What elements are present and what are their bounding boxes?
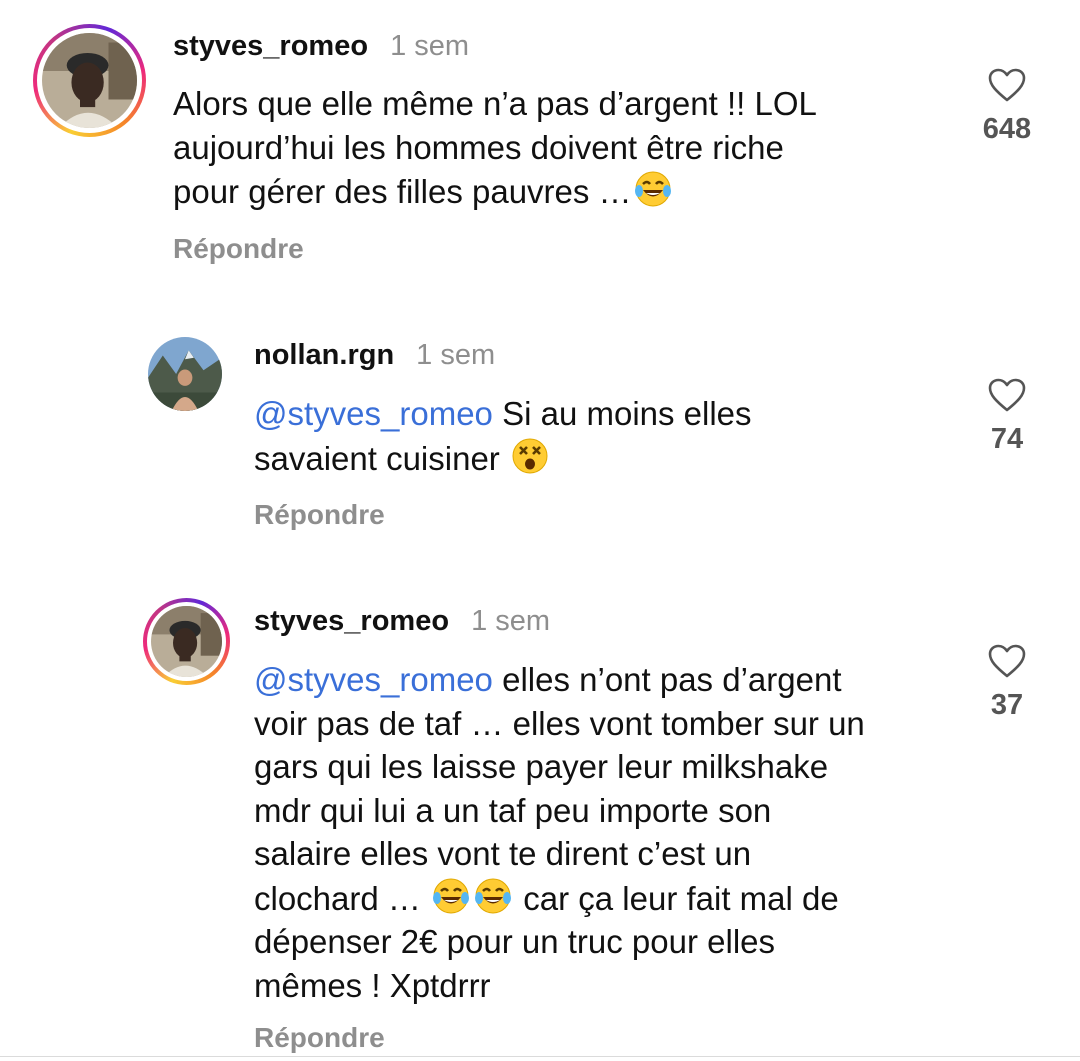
like-control: 74 (967, 377, 1047, 456)
avatar-story-ring[interactable] (33, 24, 146, 137)
comment-header: styves_romeo 1 sem (254, 605, 550, 638)
avatar (42, 33, 137, 128)
dizzy-face-emoji (512, 438, 548, 473)
avatar-story-ring[interactable] (143, 598, 230, 685)
comment-text: Alors que elle même n’a pas d’argent !! … (173, 82, 933, 214)
timestamp: 1 sem (471, 605, 551, 637)
like-count: 648 (982, 113, 1032, 145)
timestamp: 1 sem (390, 30, 470, 62)
comment-header: nollan.rgn 1 sem (254, 339, 495, 372)
comment-body: Alors que elle même n’a pas d’argent !! … (173, 85, 817, 210)
laughing-tears-emoji (475, 878, 512, 913)
avatar (148, 337, 222, 411)
username[interactable]: styves_romeo (254, 605, 449, 638)
like-control: 37 (967, 643, 1047, 722)
like-control: 648 (967, 67, 1047, 146)
timestamp: 1 sem (416, 339, 496, 371)
like-count: 74 (990, 423, 1024, 455)
reply-button[interactable]: Répondre (254, 499, 385, 531)
mention-link[interactable]: @styves_romeo (254, 395, 493, 432)
divider (0, 1056, 1080, 1057)
comment-text: @styves_romeo Si au moins elles savaient… (254, 392, 934, 480)
like-count: 37 (990, 689, 1024, 721)
heart-outline-icon[interactable] (987, 67, 1027, 103)
comment-header: styves_romeo 1 sem (173, 30, 469, 63)
username[interactable]: styves_romeo (173, 30, 368, 63)
avatar (151, 606, 222, 677)
heart-outline-icon[interactable] (987, 377, 1027, 413)
comment-text: @styves_romeo elles n’ont pas d’argent v… (254, 658, 954, 1007)
laughing-tears-emoji (433, 878, 470, 913)
mention-link[interactable]: @styves_romeo (254, 661, 493, 698)
heart-outline-icon[interactable] (987, 643, 1027, 679)
comment-body: elles n’ont pas d’argent voir pas de taf… (254, 661, 865, 917)
laughing-tears-emoji (634, 171, 671, 207)
username[interactable]: nollan.rgn (254, 339, 394, 372)
avatar-container[interactable] (148, 337, 222, 411)
reply-button[interactable]: Répondre (173, 233, 304, 265)
reply-button[interactable]: Répondre (254, 1022, 385, 1054)
